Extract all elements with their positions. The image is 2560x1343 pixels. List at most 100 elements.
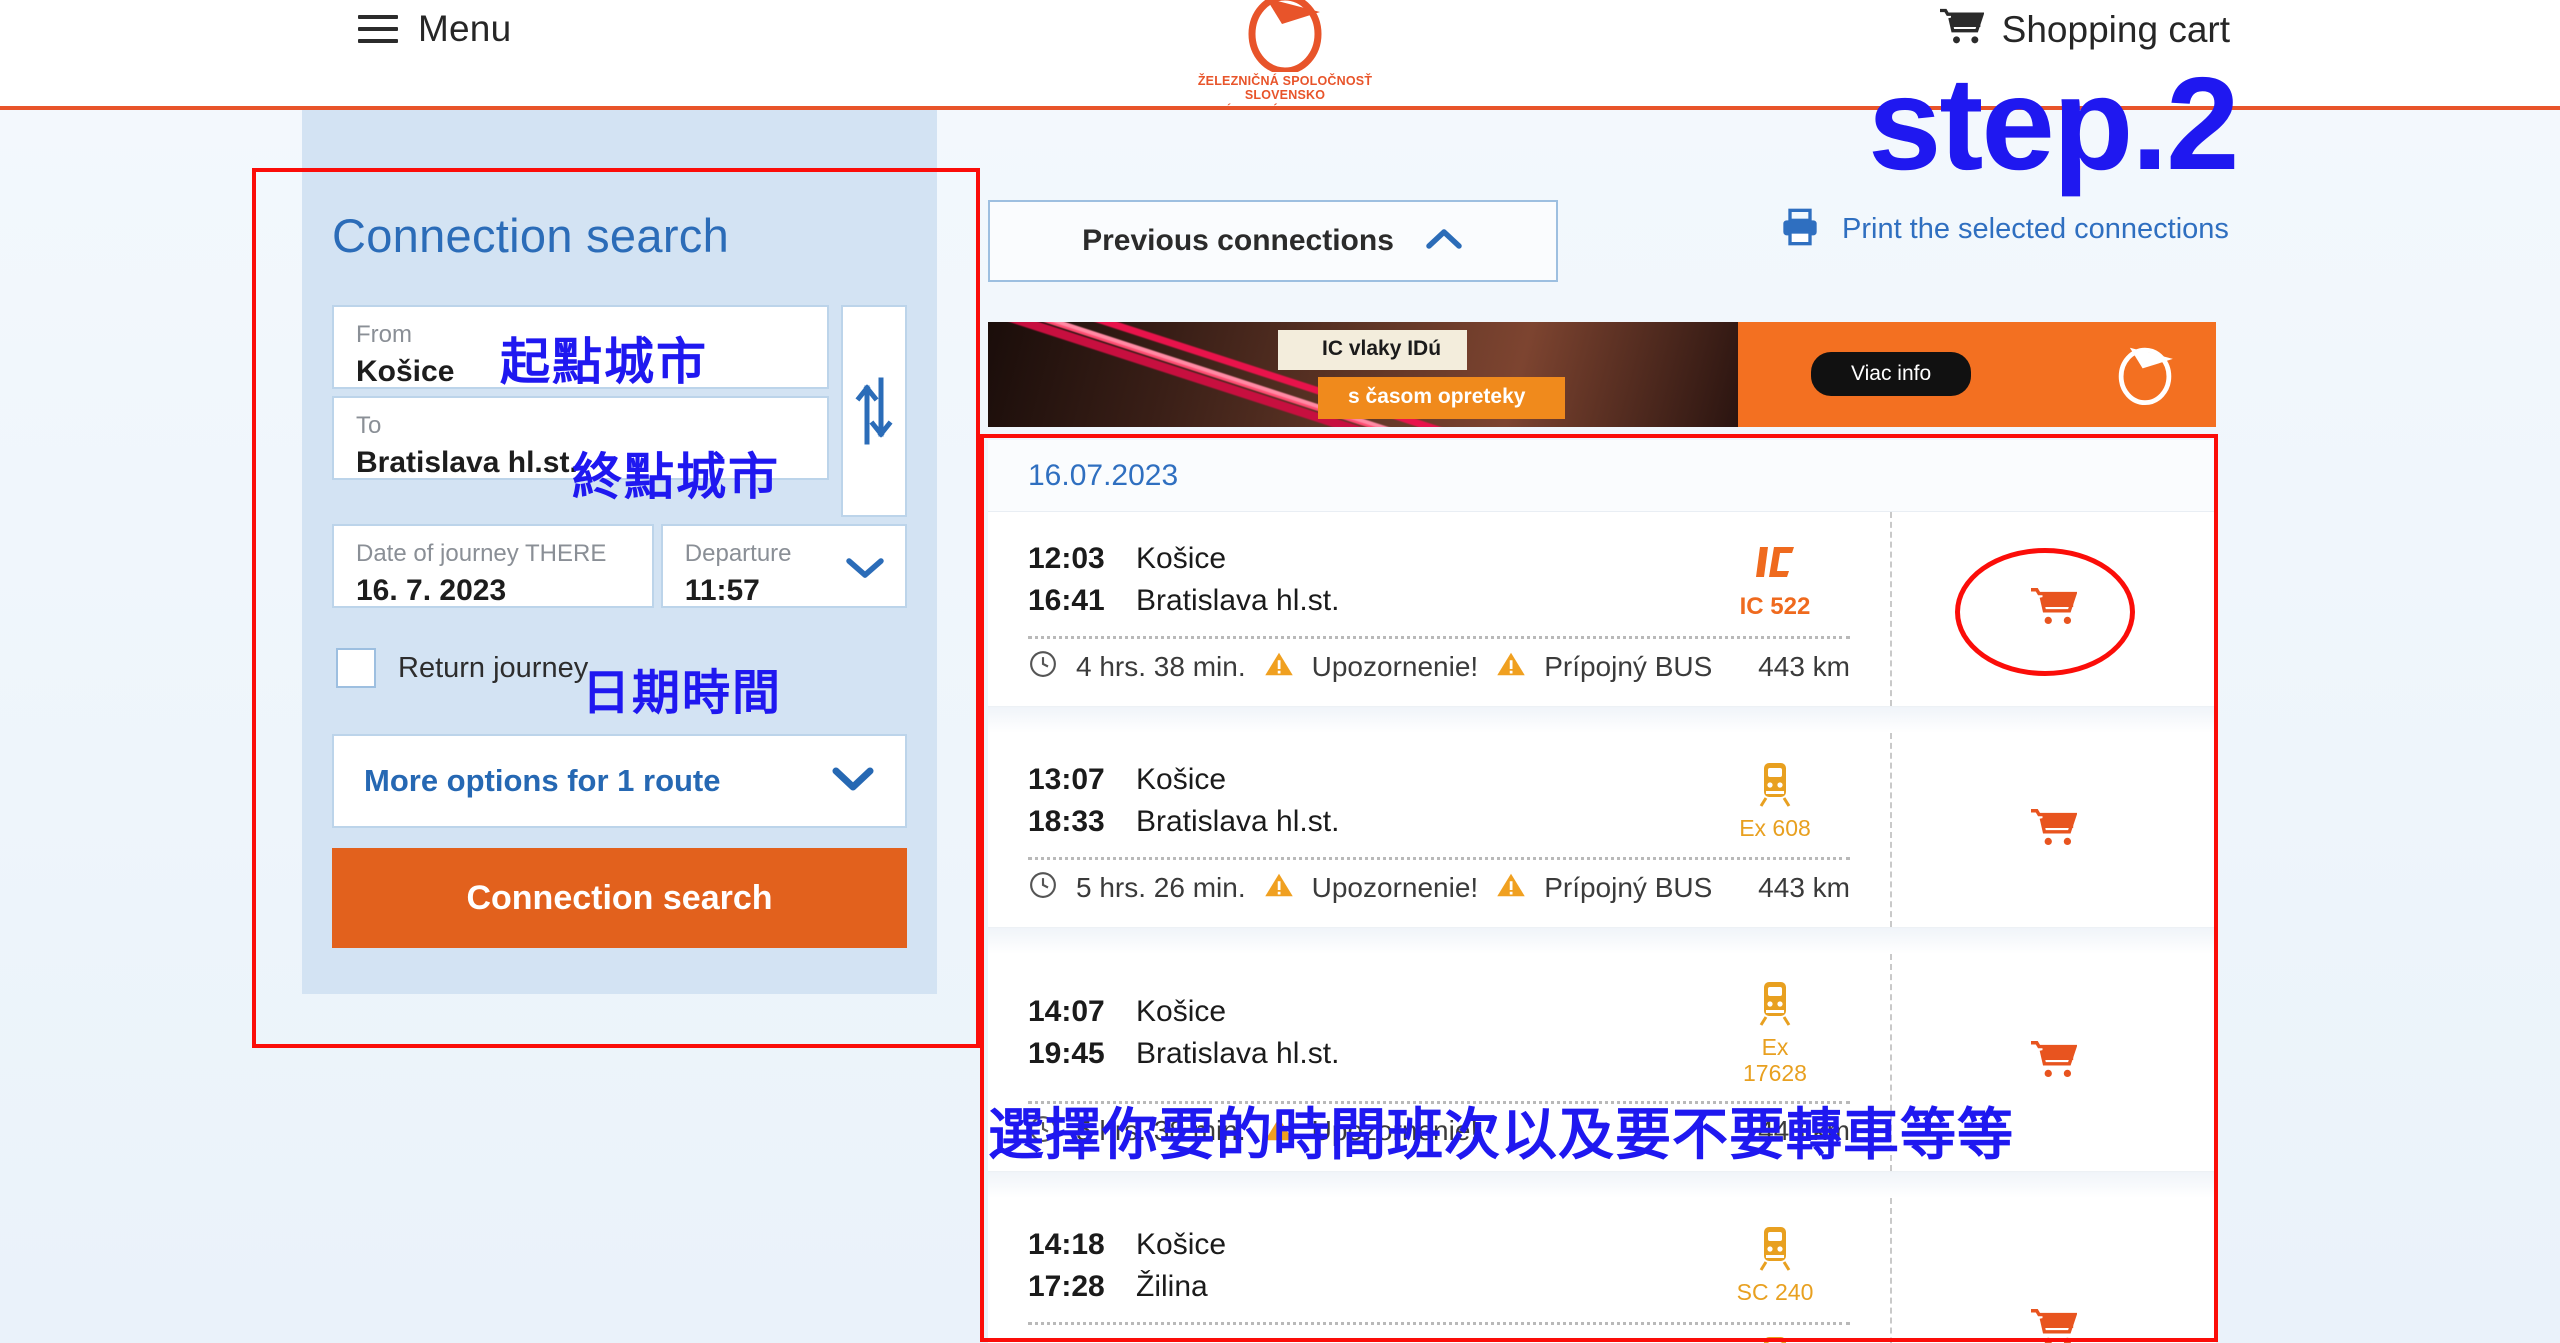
connection-meta: 5 hrs. 26 min. Upozornenie! Prípojný BUS 44…	[1028, 870, 1850, 905]
meta-divider	[1028, 636, 1850, 639]
clock-icon	[1028, 1114, 1058, 1149]
connection-details: 13:07 Košice 18:33 Bratislava hl.st. Ex 608 5…	[988, 733, 1890, 927]
connections-results-card: 16.07.2023 12:03 Košice 16:41 Bratislava hl…	[988, 440, 2216, 1343]
connection-leg: 17:43Žilina19:45Bratislava hl.st.Ex17628	[1028, 1335, 1850, 1343]
from-value: Košice	[356, 354, 455, 388]
leg-departure-station: Košice	[1136, 1227, 1227, 1261]
leg-departure-station: Košice	[1136, 542, 1227, 575]
from-label: From	[356, 321, 412, 348]
shopping-cart-icon	[2031, 1040, 2078, 1085]
train-code: Ex 608	[1739, 814, 1811, 841]
zssk-logo-icon	[1170, 0, 1400, 72]
results-column: Previous connections	[988, 110, 2228, 282]
panel-title: Connection search	[332, 209, 730, 262]
leg-arrival-time: 17:28	[1028, 1269, 1105, 1303]
banner-tag-bottom: s časom opreteky	[1318, 377, 1566, 419]
connection-search-submit-button[interactable]: Connection search	[332, 848, 907, 948]
leg-arrival-station: Žilina	[1136, 1269, 1208, 1303]
train-info: Ex 608	[1700, 761, 1850, 842]
menu-button[interactable]: Menu	[358, 8, 511, 50]
train-info: SC 240	[1700, 1225, 1850, 1306]
shopping-cart-icon	[2031, 808, 2078, 853]
brand-line-1: ŽELEZNIČNÁ SPOLOČNOSŤ SLOVENSKO	[1197, 74, 1373, 102]
advertisement-banner[interactable]: IC vlaky IDú s časom opreteky Viac info	[988, 322, 2216, 427]
leg-arrival-time: 19:45	[1028, 1037, 1105, 1071]
date-of-journey-field[interactable]: Date of journey THERE 16. 7. 2023	[332, 524, 654, 608]
connection-search-panel-column: Connection search From Košice To Bratisl…	[302, 110, 937, 994]
connection-row[interactable]: 14:18 Košice 17:28 Žilina SC 240 17:43Žilina1…	[988, 1197, 2216, 1343]
train-code: IC 522	[1739, 593, 1811, 621]
add-to-cart-button[interactable]	[1890, 1197, 2216, 1343]
return-journey-checkbox[interactable]	[336, 648, 376, 688]
connection-distance: 443 km	[1758, 650, 1850, 682]
return-journey-row[interactable]: Return journey	[336, 648, 907, 688]
to-value: Bratislava hl.st.	[356, 445, 578, 479]
connections-list: 12:03 Košice 16:41 Bratislava hl.st. IC 522 4…	[988, 512, 2216, 1343]
leg-divider	[1028, 1321, 1850, 1325]
results-date-header: 16.07.2023	[988, 440, 2216, 512]
meta-divider	[1028, 857, 1850, 860]
train-code: SC 240	[1736, 1279, 1814, 1306]
connection-details: 12:03 Košice 16:41 Bratislava hl.st. IC 522 4…	[988, 512, 1890, 706]
connection-row[interactable]: 14:07 Košice 19:45 Bratislava hl.st. Ex 17628…	[988, 954, 2216, 1172]
chevron-down-icon[interactable]	[845, 557, 885, 584]
from-field[interactable]: From Košice	[332, 305, 829, 389]
top-header-bar: Menu ŽELEZNIČNÁ SPOLOČNOSŤ SLOVENSKO NÁR…	[0, 0, 2560, 118]
print-selected-connections-link[interactable]: Print the selected connections	[1780, 208, 2229, 251]
chevron-up-icon	[1424, 227, 1464, 256]
leg-departure-time: 14:07	[1028, 995, 1105, 1029]
connection-notice: Upozornenie!	[1311, 650, 1479, 682]
brand-logo[interactable]: ŽELEZNIČNÁ SPOLOČNOSŤ SLOVENSKO NÁRODNÝ …	[1170, 0, 1400, 118]
add-to-cart-button[interactable]	[1890, 954, 2216, 1171]
leg-departure-time: 13:07	[1028, 763, 1105, 796]
banner-cta-button[interactable]: Viac info	[1811, 352, 1972, 396]
results-date: 16.07.2023	[1028, 458, 1179, 492]
print-selected-connections-label: Print the selected connections	[1842, 213, 2229, 245]
connection-duration: 4 hrs. 38 min.	[1076, 650, 1246, 682]
previous-connections-button[interactable]: Previous connections	[988, 200, 1558, 282]
connection-leg: 12:03 Košice 16:41 Bratislava hl.st. IC 522	[1028, 538, 1850, 622]
connection-notice: Upozornenie!	[1311, 1115, 1479, 1146]
connection-search-panel: Connection search From Košice To Bratisl…	[302, 110, 937, 994]
previous-connections-label: Previous connections	[1082, 224, 1394, 257]
date-label: Date of journey THERE	[356, 540, 607, 567]
train-icon	[1758, 1227, 1792, 1275]
shopping-cart-button[interactable]: Shopping cart	[1939, 8, 2230, 51]
connection-details: 14:07 Košice 19:45 Bratislava hl.st. Ex 17628…	[988, 954, 1890, 1171]
banner-image: IC vlaky IDú s časom opreteky	[988, 322, 1738, 427]
connection-leg: 14:07 Košice 19:45 Bratislava hl.st. Ex 17628	[1028, 980, 1850, 1087]
connection-separator	[988, 928, 2216, 954]
banner-cta-area[interactable]: Viac info	[1738, 322, 2216, 427]
leg-departure-time: 14:18	[1028, 1227, 1105, 1261]
connection-duration: 5 hrs. 38 min.	[1076, 1115, 1246, 1146]
connection-distance: 443 km	[1758, 1115, 1850, 1146]
departure-time-field[interactable]: Departure 11:57	[660, 524, 907, 608]
clock-icon	[1028, 649, 1058, 684]
printer-icon	[1780, 208, 1820, 251]
more-options-label: More options for 1 route	[364, 763, 721, 798]
connection-row[interactable]: 12:03 Košice 16:41 Bratislava hl.st. IC 522 4…	[988, 512, 2216, 707]
train-info: Ex17628	[1700, 1335, 1850, 1343]
connection-row[interactable]: 13:07 Košice 18:33 Bratislava hl.st. Ex 608 5…	[988, 733, 2216, 928]
shopping-cart-icon	[1939, 8, 1985, 51]
add-to-cart-button[interactable]	[1890, 512, 2216, 706]
leg-departure-station: Košice	[1136, 763, 1227, 796]
date-value: 16. 7. 2023	[356, 573, 507, 607]
train-code: Ex 17628	[1743, 1034, 1807, 1086]
meta-divider	[1028, 1100, 1850, 1104]
menu-label: Menu	[418, 8, 512, 49]
leg-arrival-station: Bratislava hl.st.	[1136, 1037, 1340, 1071]
connection-leg: 13:07 Košice 18:33 Bratislava hl.st. Ex 608	[1028, 759, 1850, 843]
leg-arrival-time: 18:33	[1028, 805, 1105, 838]
connection-details: 14:18 Košice 17:28 Žilina SC 240 17:43Žilina1…	[988, 1198, 1890, 1343]
connection-notice: Prípojný BUS	[1544, 871, 1713, 903]
to-field[interactable]: To Bratislava hl.st.	[332, 396, 829, 480]
connection-separator	[988, 1171, 2216, 1198]
shopping-cart-label: Shopping cart	[2001, 8, 2230, 50]
add-to-cart-button[interactable]	[1890, 733, 2216, 927]
connection-notice: Upozornenie!	[1311, 871, 1479, 903]
shopping-cart-icon	[2031, 587, 2078, 632]
connection-meta: 4 hrs. 38 min. Upozornenie! Prípojný BUS 44…	[1028, 649, 1850, 684]
swap-stations-button[interactable]	[840, 305, 907, 517]
more-options-button[interactable]: More options for 1 route	[332, 734, 907, 828]
